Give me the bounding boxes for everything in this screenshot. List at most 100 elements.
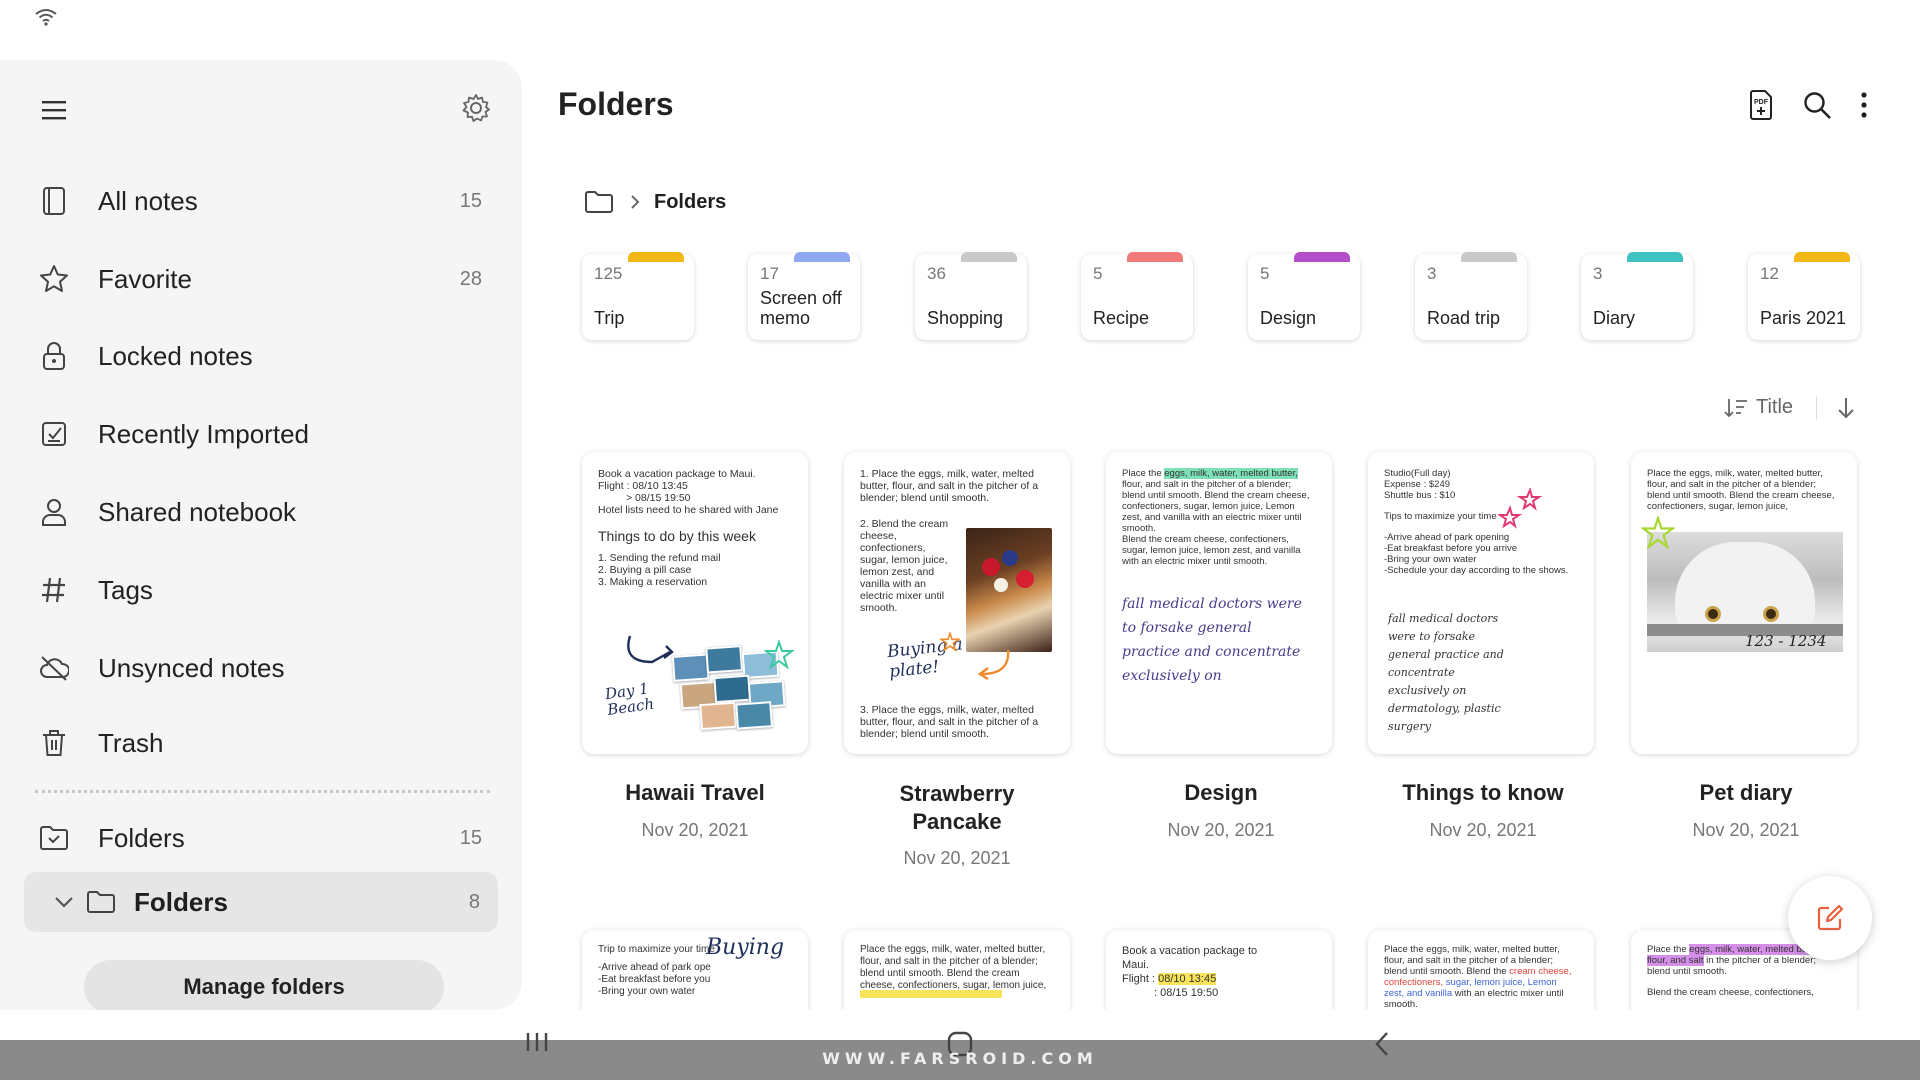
- note-preview-line: Book a vacation package to: [1122, 945, 1258, 957]
- folder-tile-screen-off-memo[interactable]: 17 Screen off memo: [748, 252, 860, 340]
- sidebar-item-label: Shared notebook: [98, 496, 297, 527]
- note-date: Nov 20, 2021: [1167, 820, 1275, 840]
- person-icon: [38, 496, 70, 528]
- folder-color-tab: [1294, 252, 1350, 262]
- note-handwriting: fall medical doctors were to forsake gen…: [1388, 612, 1504, 733]
- pdf-import-icon[interactable]: PDF: [1748, 90, 1774, 120]
- sidebar-item-label: Unsynced notes: [98, 652, 285, 683]
- sort-by-title[interactable]: Title: [1724, 396, 1793, 419]
- folder-tile-trip[interactable]: 125 Trip: [582, 252, 694, 340]
- folder-tile-paris-2021[interactable]: 12 Paris 2021: [1748, 252, 1860, 340]
- sidebar-item-trash[interactable]: Trash: [24, 710, 498, 776]
- trash-icon: [38, 727, 70, 759]
- note-preview-line: Place the eggs, milk, water, melted butt…: [860, 944, 1047, 991]
- note-preview-line: 2. Buying a pill case: [598, 564, 692, 576]
- note-date: Nov 20, 2021: [1429, 820, 1537, 840]
- arrow-down-icon[interactable]: [1836, 396, 1856, 420]
- folder-tile-design[interactable]: 5 Design: [1248, 252, 1360, 340]
- note-handwriting: Buying: [706, 935, 785, 960]
- lock-icon: [38, 340, 70, 372]
- note-preview-line: : 08/15 19:50: [1154, 987, 1219, 999]
- note-card-hawaii-travel[interactable]: Book a vacation package to Maui. Flight …: [582, 452, 808, 754]
- note-preview-line: Flight : 08/10 13:45: [598, 480, 688, 492]
- sidebar-item-all-notes[interactable]: All notes 15: [24, 168, 498, 234]
- compose-icon: [1817, 904, 1844, 931]
- search-icon[interactable]: [1802, 90, 1832, 120]
- menu-icon[interactable]: [40, 96, 68, 124]
- folder-count: 5: [1260, 264, 1270, 283]
- settings-gear-icon[interactable]: [460, 92, 492, 124]
- note-preview-line: 1. Place the eggs, milk, water, melted b…: [860, 468, 1039, 504]
- note-card-design[interactable]: Place the eggs, milk, water, melted butt…: [1106, 452, 1332, 754]
- folder-name: Diary: [1593, 308, 1636, 328]
- note-preview-line: 1. Sending the refund mail: [598, 552, 721, 564]
- sidebar-item-shared-notebook[interactable]: Shared notebook: [24, 479, 498, 545]
- sidebar-item-label: Favorite: [98, 263, 192, 294]
- folder-name: Trip: [594, 308, 625, 328]
- cloud-off-icon: [38, 652, 70, 684]
- note-title: Design: [1184, 780, 1258, 805]
- note-title: Things to know: [1402, 780, 1564, 805]
- new-note-button[interactable]: [1788, 876, 1872, 960]
- folder-tile-recipe[interactable]: 5 Recipe: [1081, 252, 1193, 340]
- more-options-icon[interactable]: [1860, 90, 1868, 120]
- note-preview-line: Place the eggs, milk, water, melted butt…: [1647, 468, 1835, 512]
- note-title: Hawaii Travel: [625, 780, 765, 805]
- subfolder-count: 8: [468, 890, 480, 913]
- folder-check-icon: [38, 822, 70, 854]
- note-preview-line: Studio(Full day): [1384, 468, 1451, 479]
- notebook-icon: [38, 185, 70, 217]
- note-preview-line: -Arrive ahead of park opening: [1384, 532, 1510, 543]
- sidebar-subfolder-folders[interactable]: Folders 8: [24, 872, 498, 932]
- sidebar-item-folders[interactable]: Folders 15: [24, 805, 498, 871]
- sidebar-item-recently-imported[interactable]: Recently Imported: [24, 401, 498, 467]
- sidebar-item-locked-notes[interactable]: Locked notes: [24, 323, 498, 389]
- sidebar-item-label: All notes: [98, 185, 198, 216]
- note-card[interactable]: Place the eggs, milk, water, melted butt…: [844, 930, 1070, 1010]
- note-card[interactable]: Place the eggs, milk, water, melted butt…: [1368, 930, 1594, 1010]
- note-preview-paragraph: Place the eggs, milk, water, melted butt…: [1122, 468, 1316, 534]
- chevron-down-icon[interactable]: [54, 895, 74, 909]
- folder-count: 36: [927, 264, 946, 283]
- note-preview-line: Tips to maximize your time: [1384, 511, 1497, 522]
- folder-icon: [87, 891, 115, 913]
- sidebar-item-count: 15: [459, 189, 482, 212]
- note-preview-text: Flight :: [1122, 973, 1156, 985]
- star-doodle: [1641, 516, 1675, 550]
- note-preview-line: 3. Place the eggs, milk, water, melted b…: [860, 704, 1039, 740]
- import-icon: [38, 418, 70, 450]
- star-doodle: [940, 632, 960, 652]
- chevron-right-icon: [631, 195, 640, 209]
- sidebar-item-label: Folders: [98, 822, 185, 853]
- note-preview-line: Flight : 08/10 13:45: [1122, 972, 1316, 986]
- note-preview-text: Place the: [1122, 468, 1162, 479]
- note-card[interactable]: Trip to maximize your time -Arrive ahead…: [582, 930, 808, 1010]
- page-title: Folders: [558, 86, 674, 122]
- note-card[interactable]: Book a vacation package to Maui. Flight …: [1106, 930, 1332, 1010]
- folder-tile-road-trip[interactable]: 3 Road trip: [1415, 252, 1527, 340]
- sidebar-item-label: Tags: [98, 574, 153, 605]
- watermark-text: WWW.FARSROID.COM: [822, 1049, 1098, 1068]
- folder-name: Recipe: [1093, 308, 1150, 328]
- star-doodle: [1498, 488, 1543, 529]
- sidebar-item-unsynced-notes[interactable]: Unsynced notes: [24, 635, 498, 701]
- folder-tile-shopping[interactable]: 36 Shopping: [915, 252, 1027, 340]
- folder-color-tab: [794, 252, 850, 262]
- breadcrumb: Folders: [584, 190, 726, 214]
- folder-color-tab: [1127, 252, 1183, 262]
- manage-folders-button[interactable]: Manage folders: [84, 960, 444, 1014]
- breadcrumb-label[interactable]: Folders: [654, 191, 726, 214]
- note-preview-line: > 08/15 19:50: [626, 492, 691, 504]
- note-card-pet-diary[interactable]: Place the eggs, milk, water, melted butt…: [1631, 452, 1857, 754]
- folder-name: Design: [1260, 308, 1317, 328]
- note-card-strawberry-pancake[interactable]: 1. Place the eggs, milk, water, melted b…: [844, 452, 1070, 754]
- note-preview-heading: Things to do by this week: [598, 528, 756, 544]
- sidebar-item-favorite[interactable]: Favorite 28: [24, 246, 498, 312]
- note-card-things-to-know[interactable]: Studio(Full day) Expense : $249 Shuttle …: [1368, 452, 1594, 754]
- sidebar-item-tags[interactable]: Tags: [24, 557, 498, 623]
- folder-count: 17: [760, 264, 779, 283]
- sort-separator: [1816, 396, 1817, 420]
- folder-tile-diary[interactable]: 3 Diary: [1581, 252, 1693, 340]
- note-handwriting: 123 - 1234: [1745, 632, 1827, 650]
- folder-icon[interactable]: [584, 190, 614, 214]
